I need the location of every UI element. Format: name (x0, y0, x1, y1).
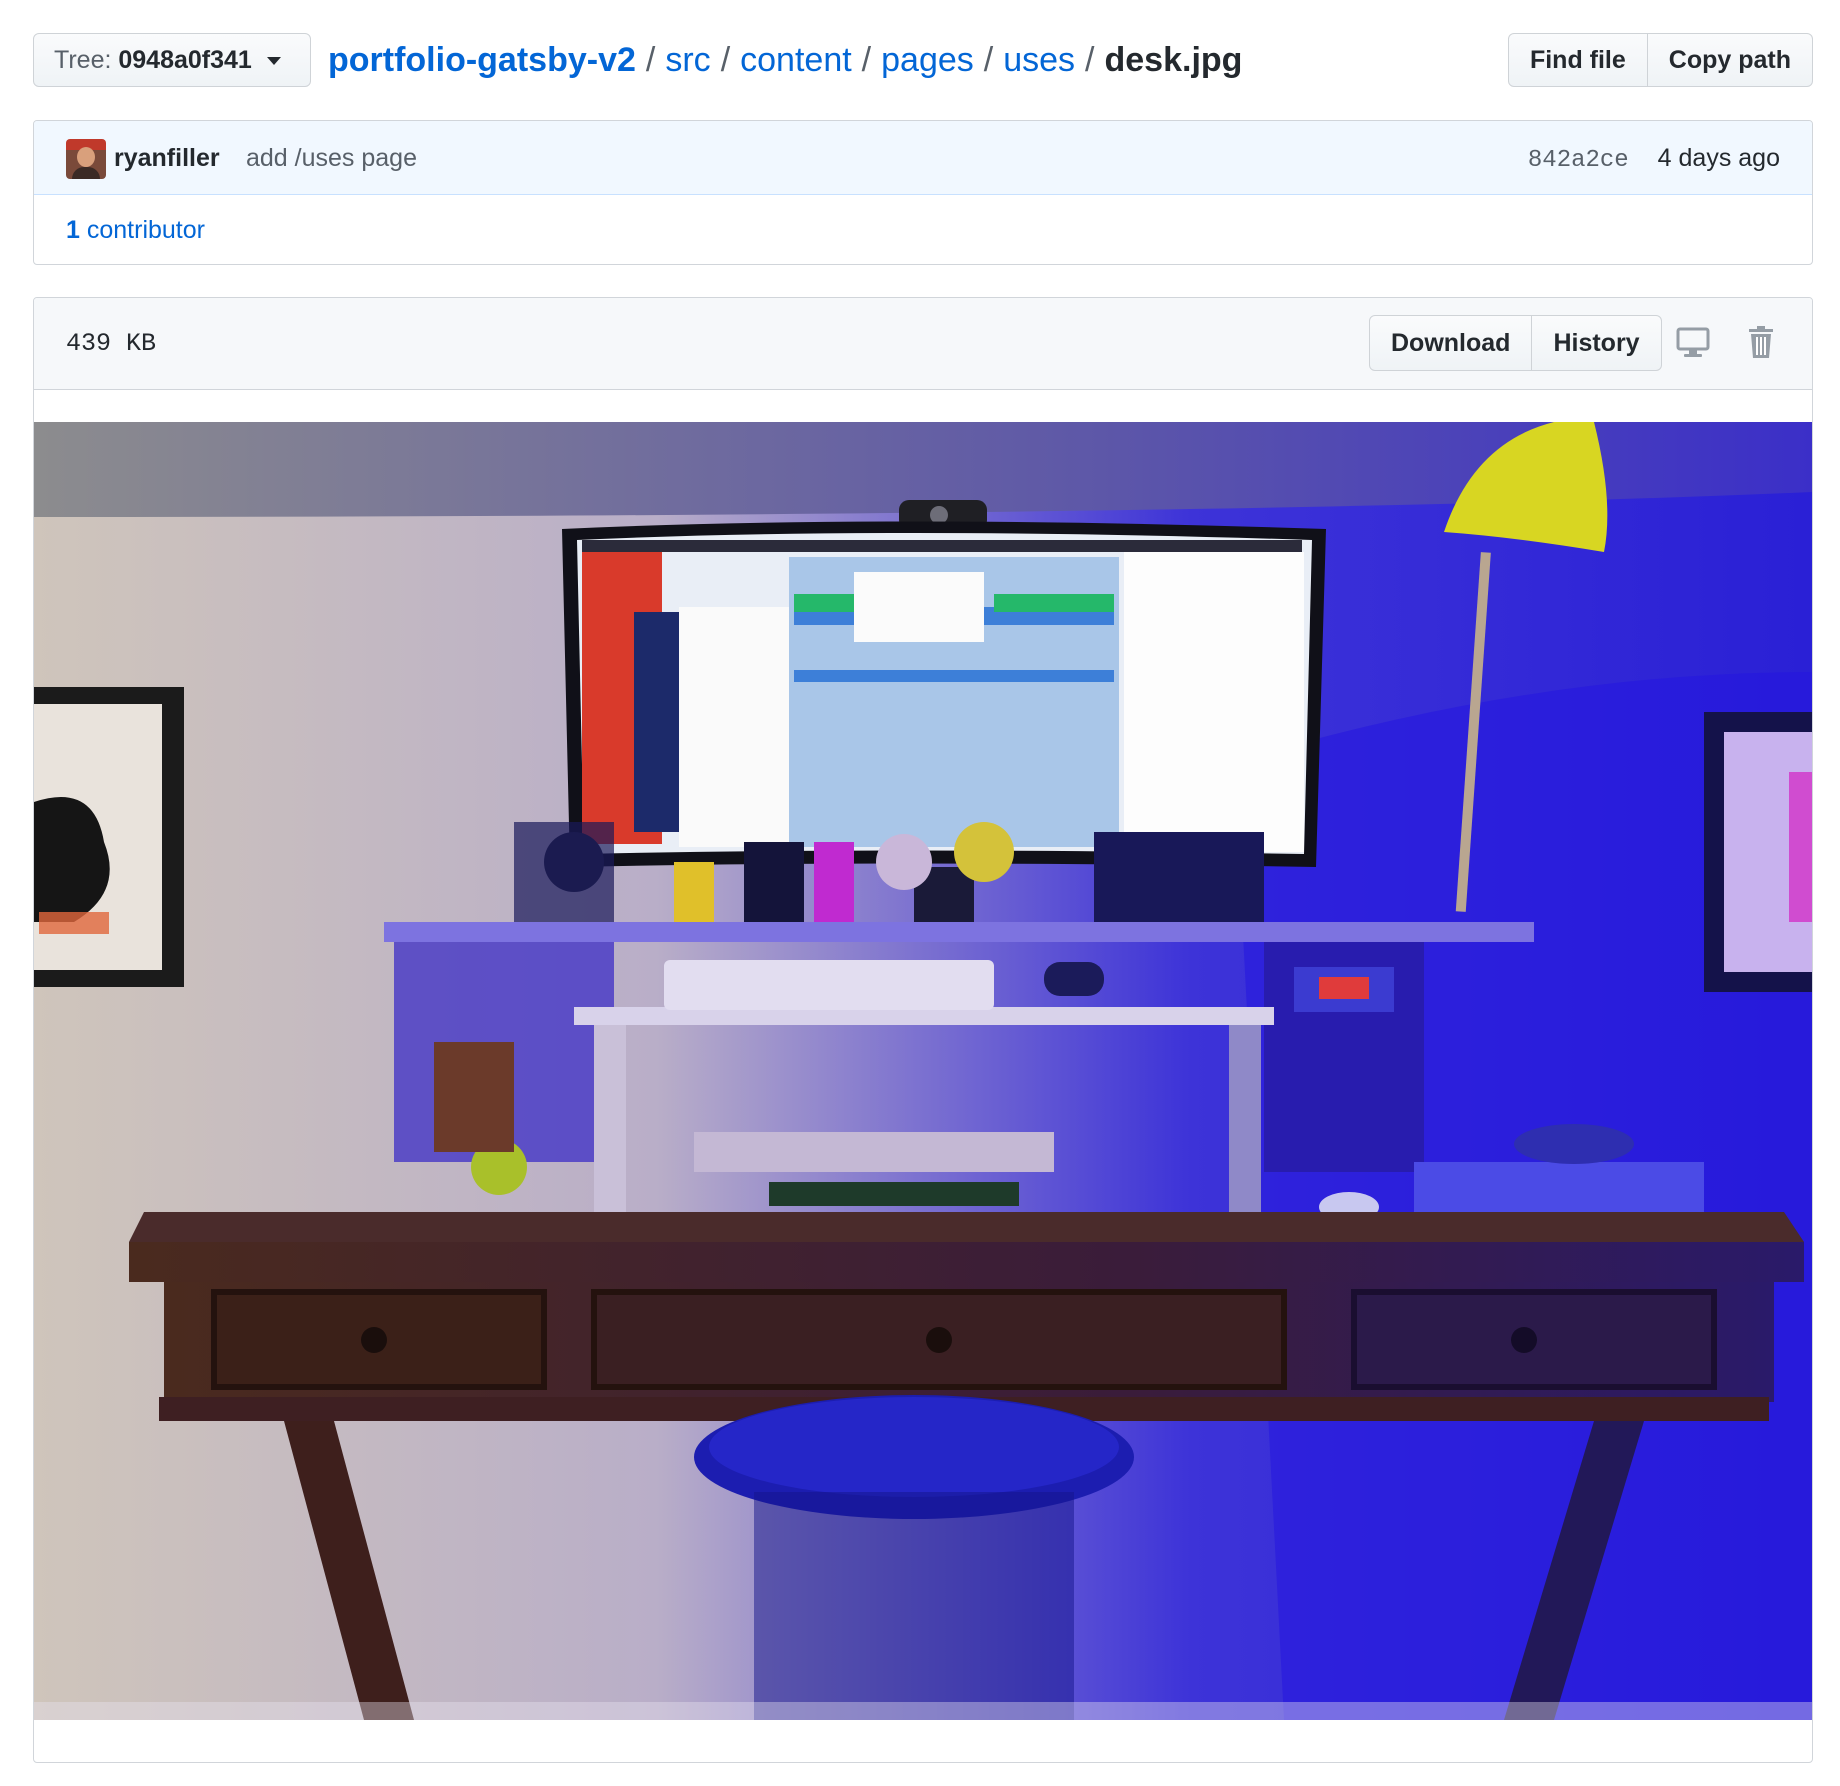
history-button[interactable]: History (1532, 315, 1662, 371)
contributors-label: contributor (86, 216, 205, 244)
copy-path-button[interactable]: Copy path (1647, 33, 1813, 87)
tree-prefix: Tree: (54, 46, 112, 74)
breadcrumb-link-uses[interactable]: uses (1003, 41, 1075, 79)
breadcrumb-final-file: desk.jpg (1104, 41, 1243, 79)
file-box: 439 KB Download History (33, 297, 1813, 1763)
trash-icon[interactable] (1743, 324, 1779, 360)
breadcrumb-separator: / (861, 41, 872, 79)
download-button[interactable]: Download (1369, 315, 1533, 371)
commit-tease: ryanfiller add /uses page 842a2ce 4 days… (33, 120, 1813, 265)
breadcrumb-separator: / (1085, 41, 1095, 79)
file-view-page: Tree: 0948a0f341 portfolio-gatsby-v2/src… (0, 0, 1840, 1786)
breadcrumb-separator: / (645, 41, 656, 79)
file-header: 439 KB Download History (34, 298, 1812, 390)
file-nav-button-group: Find file Copy path (1507, 33, 1813, 87)
file-navigation: Tree: 0948a0f341 portfolio-gatsby-v2/src… (33, 33, 1813, 87)
breadcrumb-link-src[interactable]: src (665, 41, 710, 79)
chevron-down-icon (266, 57, 281, 66)
desktop-icon[interactable] (1675, 324, 1711, 360)
breadcrumb-repo-link[interactable]: portfolio-gatsby-v2 (328, 41, 636, 79)
commit-sha-link[interactable]: 842a2ce (1528, 147, 1629, 174)
commit-meta: 842a2ce 4 days ago (1528, 121, 1780, 198)
breadcrumb: portfolio-gatsby-v2/src / content / pages / us… (328, 33, 1242, 87)
breadcrumb-link-pages[interactable]: pages (881, 41, 974, 79)
commit-header: ryanfiller add /uses page 842a2ce 4 days… (34, 121, 1812, 195)
commit-message-link[interactable]: add /uses page (246, 121, 417, 195)
contributors-link[interactable]: 1 contributor (34, 195, 1812, 264)
commit-time: 4 days ago (1657, 144, 1780, 172)
commit-author-link[interactable]: ryanfiller (114, 121, 220, 195)
branch-select-button[interactable]: Tree: 0948a0f341 (33, 33, 311, 87)
tree-sha: 0948a0f341 (118, 46, 252, 74)
desk-photo (34, 422, 1812, 1720)
breadcrumb-separator: / (983, 41, 994, 79)
image-preview (34, 422, 1812, 1720)
file-size: 439 KB (66, 329, 157, 358)
avatar[interactable] (66, 139, 106, 179)
breadcrumb-separator: / (720, 41, 731, 79)
find-file-button[interactable]: Find file (1507, 33, 1648, 87)
breadcrumb-link-content[interactable]: content (740, 41, 852, 79)
contributors-count: 1 (66, 216, 80, 244)
